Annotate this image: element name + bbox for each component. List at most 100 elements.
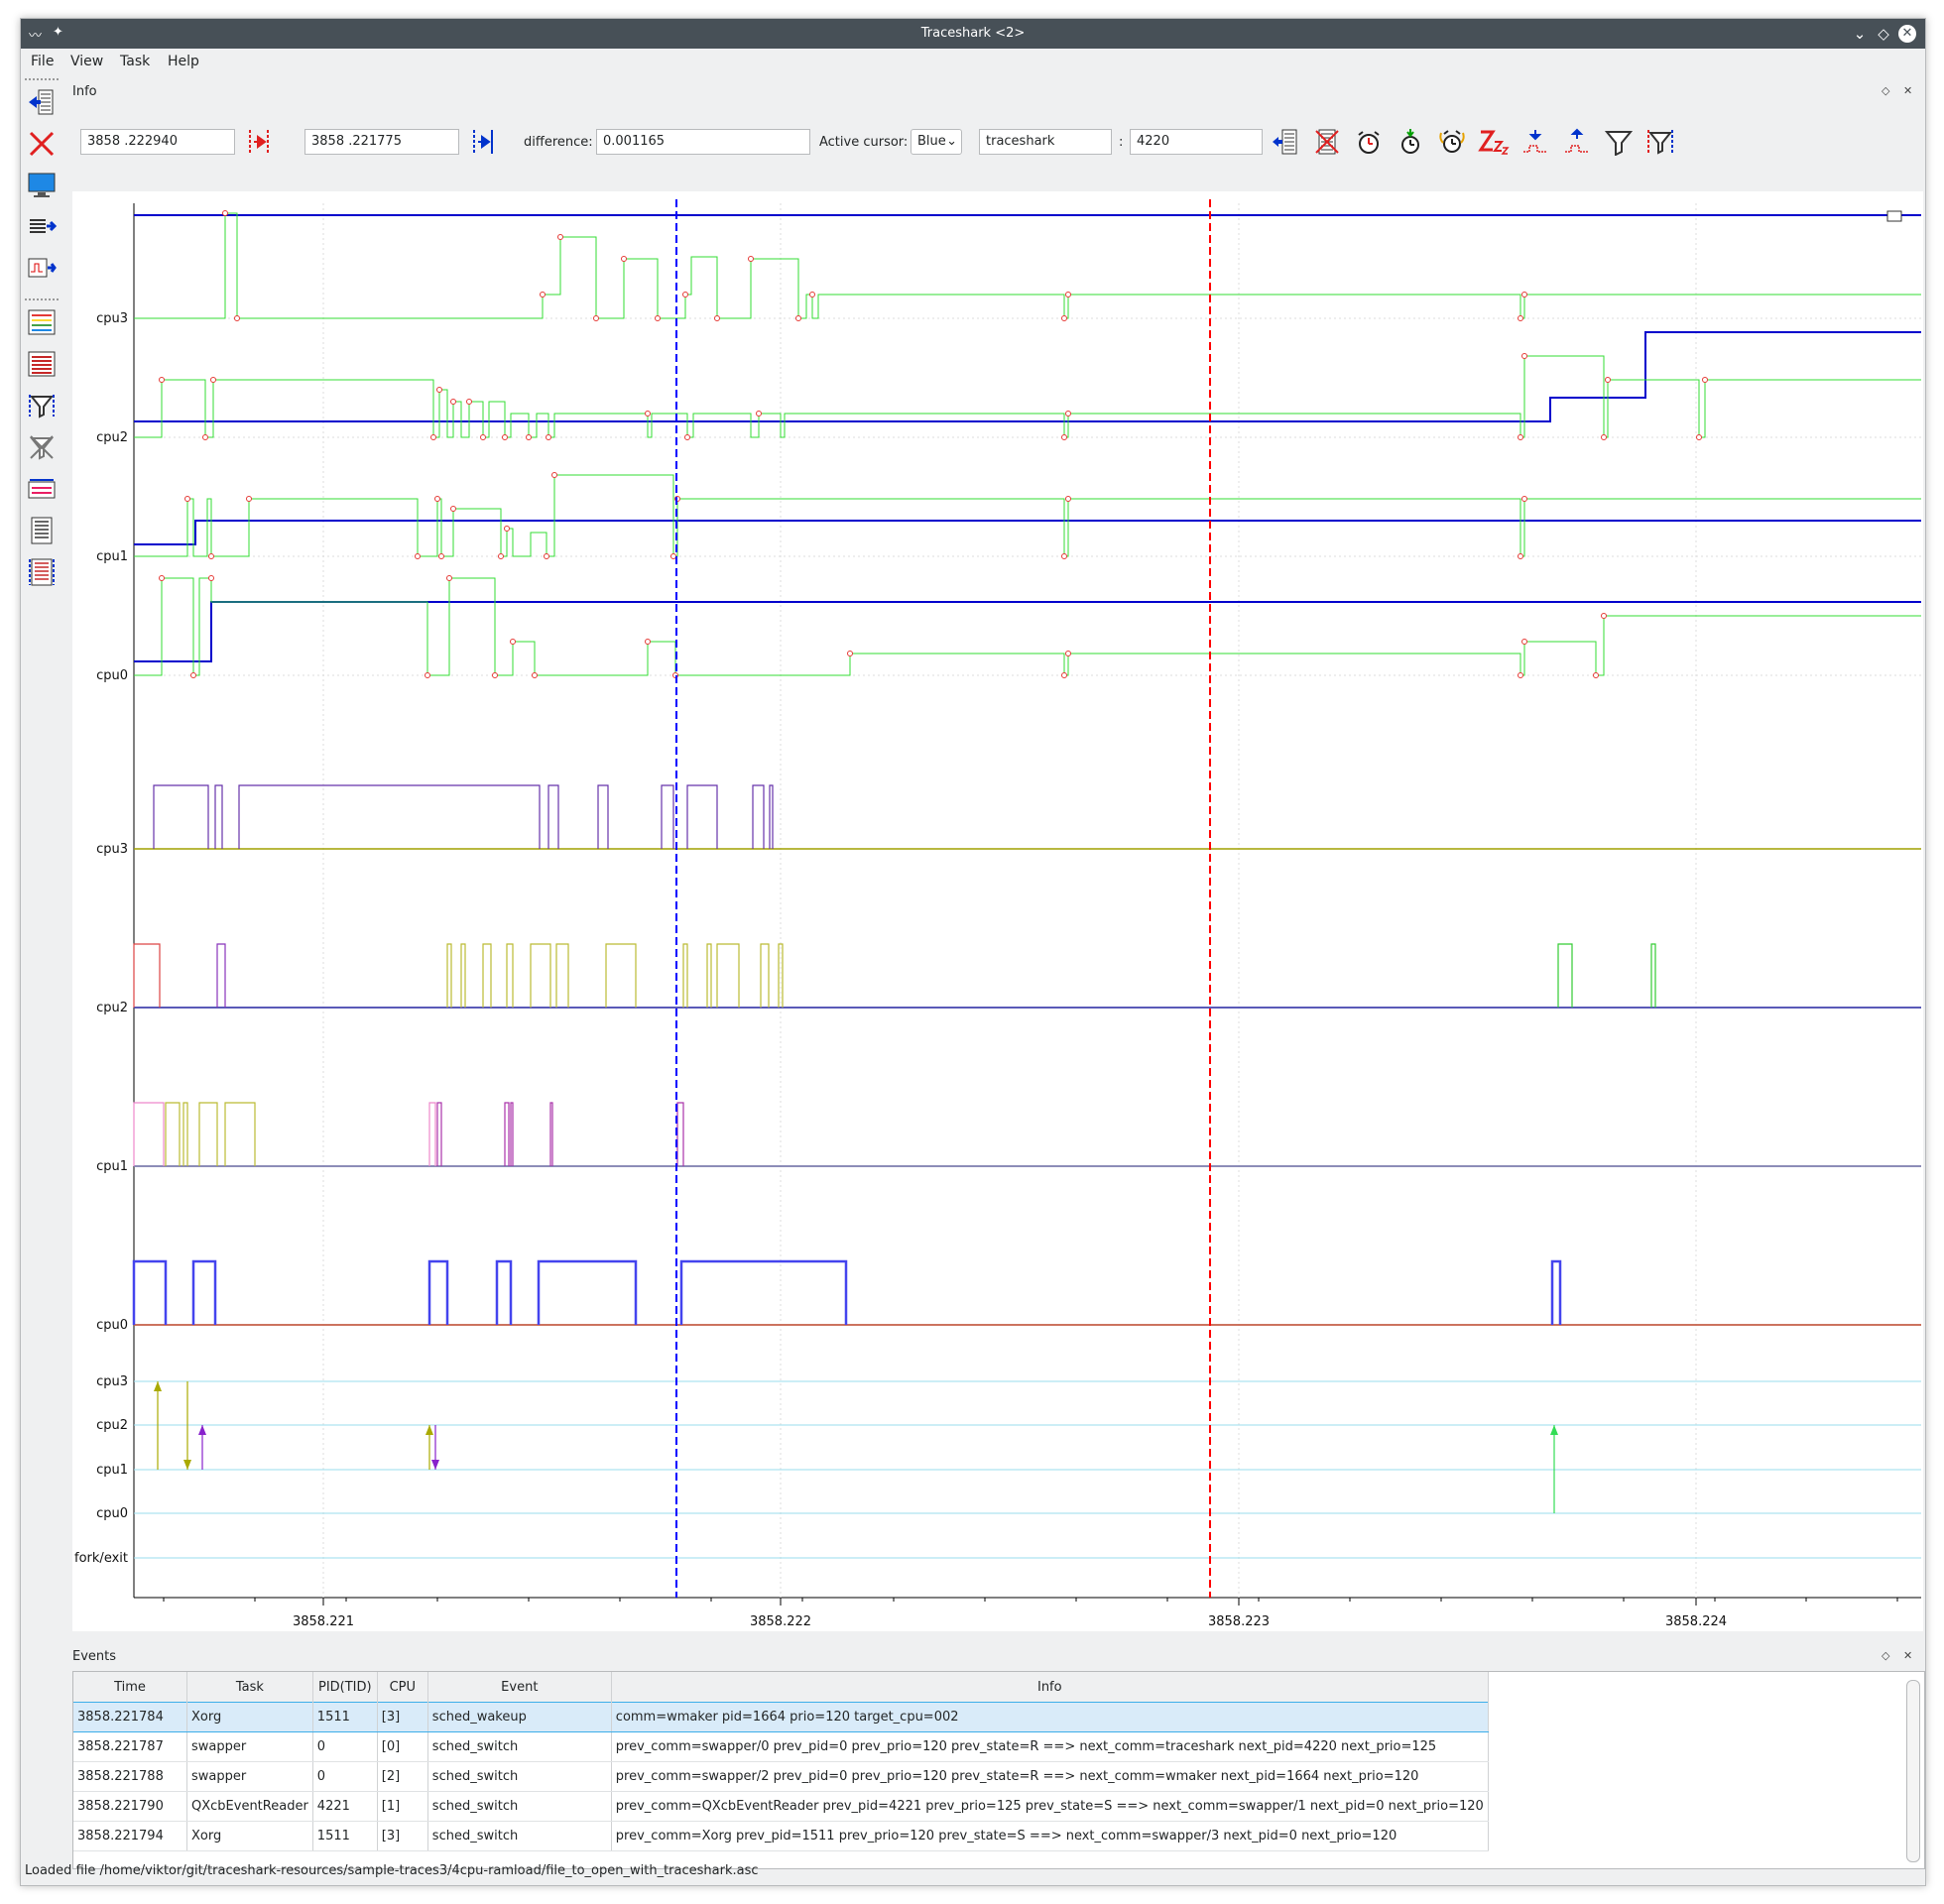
- reset-filter-icon[interactable]: [26, 431, 58, 463]
- event-marker: [1065, 496, 1071, 502]
- event-task: Xorg: [186, 1821, 313, 1851]
- event-marker: [655, 315, 661, 321]
- table-row[interactable]: 3858.221788 swapper 0 [2] sched_switch prev_c…: [73, 1761, 1489, 1792]
- event-marker: [756, 411, 762, 416]
- find-waking-direct-icon[interactable]: [1435, 126, 1469, 158]
- task-running-bar: [706, 943, 712, 1008]
- task-pid-field[interactable]: 4220: [1130, 129, 1263, 155]
- event-marker: [682, 292, 688, 298]
- difference-field[interactable]: 0.001165: [596, 129, 810, 155]
- move-blue-cursor-icon[interactable]: [467, 126, 501, 158]
- event-list-icon[interactable]: [26, 515, 58, 546]
- col-pid[interactable]: PID(TID): [312, 1672, 378, 1703]
- cpu-label: cpu2: [96, 430, 128, 445]
- event-filter-icon[interactable]: [26, 556, 58, 588]
- cpu-label: cpu0: [96, 1318, 128, 1333]
- task-name-field[interactable]: traceshark: [979, 129, 1112, 155]
- event-marker: [438, 553, 444, 559]
- frequency-trace: [134, 601, 1921, 662]
- table-row[interactable]: 3858.221794 Xorg 1511 [3] sched_switch prev_c…: [73, 1821, 1489, 1851]
- filter-task-icon[interactable]: [1602, 126, 1636, 158]
- event-marker: [502, 434, 508, 440]
- find-wakeup-icon[interactable]: [1352, 126, 1386, 158]
- event-time: 3858.221784: [73, 1702, 187, 1732]
- event-marker: [1593, 672, 1599, 678]
- task-running-bar: [133, 943, 161, 1008]
- time-filter-icon[interactable]: [26, 473, 58, 505]
- table-row[interactable]: 3858.221790 QXcbEventReader 4221 [1] sched_s…: [73, 1791, 1489, 1822]
- event-marker: [1518, 672, 1523, 678]
- event-cpu: [1]: [377, 1791, 428, 1822]
- trace-plot-canvas[interactable]: 3858.221 3858.222 3858.223 3858.224 cpu3 cpu2…: [72, 191, 1923, 1631]
- move-red-cursor-icon[interactable]: [243, 126, 277, 158]
- export-cpu-icon[interactable]: [26, 253, 58, 285]
- blue-cursor-time-field[interactable]: 3858 .221775: [304, 129, 459, 155]
- col-info[interactable]: Info: [611, 1672, 1489, 1703]
- cpu-label: cpu1: [96, 1159, 128, 1174]
- col-time[interactable]: Time: [73, 1672, 187, 1703]
- x-tick-label: 3858.221: [293, 1614, 354, 1629]
- prev-sched-icon[interactable]: [1519, 126, 1552, 158]
- menu-file[interactable]: File: [31, 54, 54, 69]
- active-cursor-select[interactable]: Blue ⌄: [911, 129, 962, 155]
- col-task[interactable]: Task: [186, 1672, 313, 1703]
- open-trace-icon[interactable]: [26, 86, 58, 118]
- task-running-bar: [676, 1102, 684, 1166]
- clear-task-graphs-icon[interactable]: [1310, 126, 1344, 158]
- task-running-bar: [537, 1259, 638, 1325]
- menu-view[interactable]: View: [70, 54, 103, 69]
- events-scrollbar[interactable]: [1906, 1680, 1920, 1862]
- next-sched-icon[interactable]: [1560, 126, 1594, 158]
- show-legend-icon[interactable]: [26, 306, 58, 338]
- event-marker: [1702, 377, 1708, 383]
- event-marker: [1601, 613, 1607, 619]
- event-cpu: [3]: [377, 1702, 428, 1732]
- toolbar-separator: [25, 298, 59, 300]
- difference-label: difference:: [524, 135, 593, 150]
- x-tick-label: 3858.223: [1208, 1614, 1270, 1629]
- event-marker: [1521, 292, 1527, 298]
- col-event[interactable]: Event: [427, 1672, 612, 1703]
- idle-trace: [134, 577, 1921, 676]
- filter-task-limited-icon[interactable]: [1643, 126, 1677, 158]
- screenshot-icon[interactable]: [26, 170, 58, 201]
- export-events-icon[interactable]: [26, 211, 58, 243]
- event-info: prev_comm=swapper/0 prev_pid=0 prev_prio…: [611, 1731, 1489, 1762]
- dock-close-icon[interactable]: ✕: [1903, 84, 1912, 97]
- add-task-graph-icon[interactable]: [1269, 126, 1302, 158]
- minimize-icon[interactable]: ⌄: [1850, 24, 1870, 44]
- frequency-trace: [134, 331, 1921, 422]
- maximize-icon[interactable]: ◇: [1874, 24, 1893, 44]
- close-trace-icon[interactable]: [26, 128, 58, 160]
- events-dock-close-icon[interactable]: ✕: [1903, 1649, 1912, 1662]
- events-table[interactable]: Time Task PID(TID) CPU Event Info 3858.2…: [72, 1671, 1925, 1869]
- find-waking-icon[interactable]: [1394, 126, 1427, 158]
- task-running-bar: [510, 1102, 514, 1166]
- task-running-bar: [1557, 943, 1573, 1008]
- table-row[interactable]: 3858.221787 swapper 0 [0] sched_switch prev_c…: [73, 1731, 1489, 1762]
- event-name: sched_switch: [427, 1761, 612, 1792]
- trace-plot[interactable]: 3858.221 3858.222 3858.223 3858.224 cpu3 cpu2…: [72, 191, 1923, 1631]
- event-marker: [1605, 377, 1611, 383]
- event-marker: [159, 377, 165, 383]
- event-marker: [748, 256, 754, 262]
- menu-help[interactable]: Help: [168, 54, 199, 69]
- menu-task[interactable]: Task: [120, 54, 150, 69]
- close-window-icon[interactable]: ✕: [1898, 25, 1916, 43]
- task-list-icon[interactable]: [26, 348, 58, 380]
- red-cursor-time-field[interactable]: 3858 .222940: [80, 129, 235, 155]
- filter-pid-icon[interactable]: [26, 390, 58, 421]
- title-bar: 〰 ✦ Traceshark <2> ⌄ ◇ ✕: [21, 19, 1925, 49]
- table-row[interactable]: 3858.221784 Xorg 1511 [3] sched_wakeup comm=w…: [73, 1702, 1489, 1732]
- col-cpu[interactable]: CPU: [377, 1672, 428, 1703]
- event-marker: [645, 639, 651, 645]
- event-name: sched_switch: [427, 1731, 612, 1762]
- task-running-bar: [495, 1259, 513, 1325]
- dock-float-icon[interactable]: ◇: [1882, 84, 1889, 97]
- legend-toggle[interactable]: [1886, 210, 1902, 222]
- find-sleep-icon[interactable]: [1477, 126, 1511, 158]
- event-marker: [430, 434, 436, 440]
- active-cursor-value: Blue: [917, 134, 946, 149]
- events-dock-float-icon[interactable]: ◇: [1882, 1649, 1889, 1662]
- event-marker: [1061, 315, 1067, 321]
